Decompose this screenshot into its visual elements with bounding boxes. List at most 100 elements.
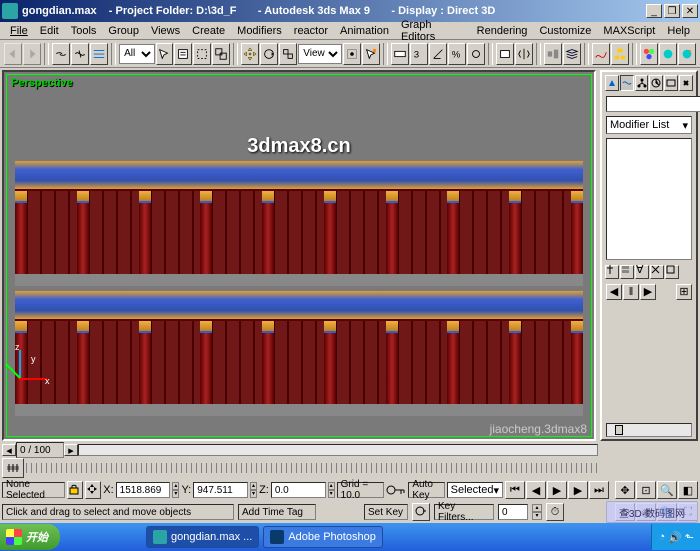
transform-typein-button[interactable] <box>85 481 101 499</box>
stack-stop-button[interactable]: ‖ <box>623 284 639 300</box>
add-time-tag-button[interactable]: Add Time Tag <box>238 504 316 520</box>
menu-customize[interactable]: Customize <box>533 24 597 38</box>
y-spinner[interactable]: ▴▾ <box>250 482 257 498</box>
menu-help[interactable]: Help <box>661 24 696 38</box>
autokey-button[interactable]: Auto Key <box>408 482 444 498</box>
snap-toggle-button[interactable]: 3 <box>410 43 428 65</box>
stack-config-button[interactable]: ⊞ <box>676 284 692 300</box>
layer-manager-button[interactable] <box>563 43 581 65</box>
align-button[interactable] <box>544 43 562 65</box>
menu-file[interactable]: File <box>4 24 34 38</box>
angle-snap-button[interactable] <box>429 43 447 65</box>
menu-rendering[interactable]: Rendering <box>471 24 534 38</box>
window-crossing-button[interactable] <box>212 43 230 65</box>
setkey-big-button[interactable] <box>412 503 430 521</box>
render-scene-button[interactable] <box>659 43 677 65</box>
minimize-button[interactable]: _ <box>646 4 662 18</box>
timeslider-right-button[interactable]: ▸ <box>64 444 78 456</box>
pan-view-button[interactable]: ✥ <box>615 481 635 499</box>
curve-editor-button[interactable] <box>592 43 610 65</box>
play-button[interactable]: ▶ <box>547 481 567 499</box>
selection-lock-button[interactable] <box>67 481 83 499</box>
render-button[interactable] <box>678 43 696 65</box>
menu-edit[interactable]: Edit <box>34 24 65 38</box>
time-config-button[interactable]: ⏱ <box>546 503 564 521</box>
taskbar-item-3dsmax[interactable]: gongdian.max ... <box>146 526 259 548</box>
goto-start-button[interactable]: ⏮ <box>505 481 525 499</box>
select-manipulate-button[interactable] <box>362 43 380 65</box>
viewport[interactable]: Perspective 3dmax8.cn <box>2 70 596 441</box>
trackbar-toggle-button[interactable] <box>2 458 24 478</box>
named-selection-button[interactable] <box>496 43 514 65</box>
fov-button[interactable]: ◧ <box>678 481 698 499</box>
percent-snap-button[interactable]: % <box>448 43 466 65</box>
z-spinner[interactable]: ▴▾ <box>328 482 335 498</box>
goto-end-button[interactable]: ⏭ <box>589 481 609 499</box>
menu-grapheditors[interactable]: Graph Editors <box>395 18 471 44</box>
modifier-list-dropdown[interactable]: Modifier List▾ <box>606 116 692 134</box>
system-tray[interactable]: ◔🔊⬑ <box>651 524 700 550</box>
keymode-dropdown[interactable]: Selected▾ <box>447 482 503 498</box>
menu-tools[interactable]: Tools <box>65 24 103 38</box>
pin-stack-button[interactable] <box>605 265 619 279</box>
quicklaunch-2[interactable] <box>84 527 102 547</box>
current-frame-field[interactable]: 0 <box>498 504 528 520</box>
selection-filter-dropdown[interactable]: All <box>119 44 154 64</box>
menu-maxscript[interactable]: MAXScript <box>597 24 661 38</box>
zoom-button[interactable]: 🔍 <box>657 481 677 499</box>
bind-spacewarp-button[interactable] <box>90 43 108 65</box>
quicklaunch-4[interactable] <box>124 527 142 547</box>
quicklaunch-3[interactable] <box>104 527 122 547</box>
next-frame-button[interactable]: ▶ <box>568 481 588 499</box>
stack-next-button[interactable]: ▶ <box>640 284 656 300</box>
schematic-view-button[interactable] <box>611 43 629 65</box>
spinner-snap-button[interactable] <box>467 43 485 65</box>
z-coord-field[interactable]: 0.0 <box>271 482 326 498</box>
time-slider[interactable] <box>78 444 598 456</box>
hierarchy-tab[interactable] <box>635 75 649 91</box>
quicklaunch-1[interactable] <box>64 527 82 547</box>
stack-prev-button[interactable]: ◀ <box>606 284 622 300</box>
mirror-button[interactable] <box>515 43 533 65</box>
reference-coord-dropdown[interactable]: View <box>298 44 342 64</box>
menu-create[interactable]: Create <box>186 24 231 38</box>
x-spinner[interactable]: ▴▾ <box>172 482 179 498</box>
undo-button[interactable] <box>4 43 22 65</box>
object-name-field[interactable] <box>606 96 700 112</box>
maximize-button[interactable]: ❐ <box>664 4 680 18</box>
configure-sets-button[interactable] <box>665 265 679 279</box>
link-button[interactable] <box>52 43 70 65</box>
zoom-extents-button[interactable]: ⊡ <box>636 481 656 499</box>
y-coord-field[interactable]: 947.511 <box>193 482 248 498</box>
select-region-button[interactable] <box>193 43 211 65</box>
redo-button[interactable] <box>23 43 41 65</box>
select-rotate-button[interactable] <box>260 43 278 65</box>
timeslider-left-button[interactable]: ◂ <box>2 444 16 456</box>
prev-frame-button[interactable]: ◀ <box>526 481 546 499</box>
show-end-result-button[interactable] <box>620 265 634 279</box>
track-bar[interactable] <box>26 463 598 473</box>
panel-scrollbar[interactable] <box>606 423 692 437</box>
create-tab[interactable] <box>605 75 619 91</box>
menu-modifiers[interactable]: Modifiers <box>231 24 288 38</box>
setkey-button[interactable]: Set Key <box>364 504 408 520</box>
key-filters-button[interactable]: Key Filters... <box>434 504 494 520</box>
x-coord-field[interactable]: 1518.869 <box>116 482 171 498</box>
menu-views[interactable]: Views <box>145 24 186 38</box>
modify-tab[interactable] <box>620 75 634 91</box>
start-button[interactable]: 开始 <box>0 524 60 550</box>
display-tab[interactable] <box>664 75 678 91</box>
pivot-center-button[interactable] <box>343 43 361 65</box>
keyboard-shortcut-button[interactable] <box>391 43 409 65</box>
modifier-stack[interactable] <box>606 138 692 260</box>
menu-group[interactable]: Group <box>102 24 145 38</box>
frame-spinner[interactable]: ▴▾ <box>532 504 542 520</box>
menu-reactor[interactable]: reactor <box>288 24 334 38</box>
make-unique-button[interactable]: ∀ <box>635 265 649 279</box>
select-object-button[interactable] <box>156 43 174 65</box>
close-button[interactable]: ✕ <box>682 4 698 18</box>
menu-animation[interactable]: Animation <box>334 24 395 38</box>
select-scale-button[interactable] <box>279 43 297 65</box>
motion-tab[interactable] <box>649 75 663 91</box>
select-move-button[interactable] <box>241 43 259 65</box>
